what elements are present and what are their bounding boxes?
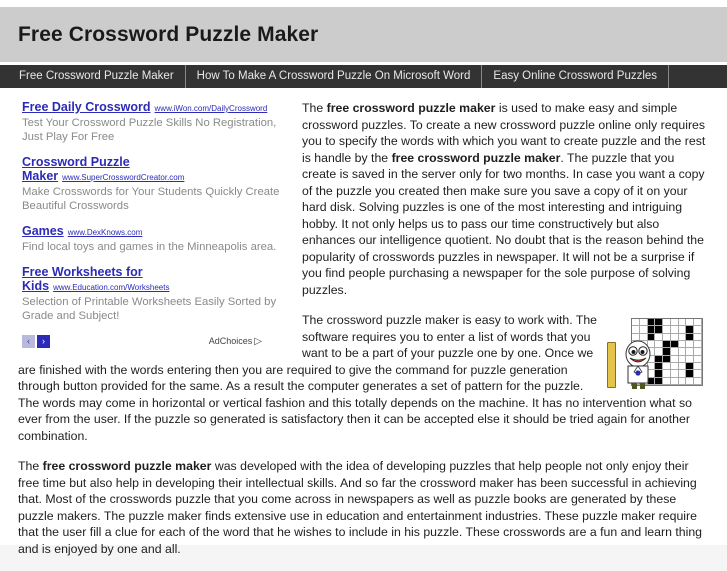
crossword-cell [678, 370, 687, 378]
ad-block: Free Daily Crossword www.iWon.com/DailyCr… [22, 100, 284, 348]
ad-unit: Free Worksheets for Kids www.Education.co… [22, 265, 284, 323]
page-title: Free Crossword Puzzle Maker [18, 22, 319, 46]
crossword-cell [678, 355, 687, 363]
crossword-cell [678, 377, 687, 385]
crossword-cell [647, 319, 656, 327]
p1-prefix: The [302, 101, 327, 115]
chevron-left-icon[interactable]: ‹ [22, 334, 35, 348]
ad-description: Find local toys and games in the Minneap… [22, 241, 277, 253]
ad-title-row: Free Daily Crossword www.iWon.com/DailyCr… [22, 100, 284, 115]
ad-url-link[interactable]: www.DexKnows.com [68, 228, 143, 237]
crossword-cell [686, 326, 695, 334]
nav-item-free-crossword-puzzle-maker[interactable]: Free Crossword Puzzle Maker [8, 65, 186, 88]
crossword-cell [670, 370, 679, 378]
p3-bold: free crossword puzzle maker [42, 459, 212, 473]
p1-suffix: . The puzzle that you create is saved in… [302, 150, 705, 297]
main-content: Free Daily Crossword www.iWon.com/DailyCr… [0, 88, 727, 571]
ad-description: Make Crosswords for Your Students Quickl… [22, 186, 280, 212]
crossword-cell [663, 363, 671, 371]
crossword-cell [639, 319, 648, 327]
p1-bold-2: free crossword puzzle maker [391, 150, 561, 165]
crossword-cell [670, 348, 679, 356]
page-root: Free Crossword Puzzle Maker Free Crosswo… [0, 0, 727, 556]
ad-title-link[interactable]: Free Daily Crossword [22, 100, 151, 114]
crossword-cell [663, 326, 671, 334]
crossword-cell [694, 319, 702, 327]
article-paragraph-3: The free crossword puzzle maker was deve… [18, 458, 709, 557]
crossword-cell [632, 326, 640, 334]
crossword-cell [663, 377, 671, 385]
crossword-cell [686, 355, 695, 363]
crossword-cell [655, 319, 664, 327]
header-wrapper: Free Crossword Puzzle Maker [0, 0, 727, 62]
crossword-cell [686, 333, 695, 341]
crossword-cell [670, 326, 679, 334]
crossword-cell [686, 348, 695, 356]
adchoices-triangle-icon: ▷ [254, 335, 262, 347]
ad-title-row: Free Worksheets for Kids www.Education.co… [22, 265, 284, 294]
chevron-right-icon[interactable]: › [37, 334, 50, 348]
crossword-cell [694, 355, 702, 363]
crossword-cell [678, 348, 687, 356]
crossword-cell [686, 377, 695, 385]
pencil-icon [607, 342, 616, 388]
ad-url-link[interactable]: www.SuperCrosswordCreator.com [62, 173, 184, 182]
ad-title-row: Games www.DexKnows.com [22, 224, 284, 239]
crossword-cell [670, 355, 679, 363]
crossword-cell [686, 341, 695, 349]
crossword-cell [663, 355, 671, 363]
p1-bold-1: free crossword puzzle maker [326, 101, 496, 115]
crossword-cell [663, 370, 671, 378]
crossword-cell [678, 326, 687, 334]
crossword-cell [694, 370, 702, 378]
nav-item-how-to-make-a-crossword-puzzle-on-microsoft-word[interactable]: How To Make A Crossword Puzzle On Micros… [186, 65, 483, 88]
ad-unit: Free Daily Crossword www.iWon.com/DailyCr… [22, 100, 284, 144]
crossword-cell [663, 348, 671, 356]
ad-footer: ‹ › AdChoices ▷ [22, 334, 284, 348]
crossword-cell [632, 319, 640, 327]
crossword-cell [694, 363, 702, 371]
crossword-illustration [607, 318, 703, 390]
crossword-cell [663, 319, 671, 327]
crossword-cell [694, 348, 702, 356]
ad-description: Selection of Printable Worksheets Easily… [22, 296, 277, 322]
crossword-cell [686, 370, 695, 378]
crossword-cell [686, 363, 695, 371]
crossword-cell [670, 341, 679, 349]
main-navigation: Free Crossword Puzzle Maker How To Make … [0, 65, 727, 88]
crossword-cell [670, 319, 679, 327]
adchoices-link[interactable]: AdChoices ▷ [209, 336, 262, 347]
ad-title-row: Crossword Puzzle Maker www.SuperCrossword… [22, 155, 284, 184]
crossword-cell [694, 333, 702, 341]
crossword-cell [694, 341, 702, 349]
crossword-cell [678, 319, 687, 327]
crossword-cell [663, 333, 671, 341]
crossword-cell [663, 341, 671, 349]
site-header: Free Crossword Puzzle Maker [0, 7, 727, 62]
crossword-cell [694, 377, 702, 385]
crossword-cell [670, 333, 679, 341]
ad-pagination: ‹ › [22, 334, 50, 348]
ad-url-link[interactable]: www.Education.com/Worksheets [53, 283, 169, 292]
crossword-cell [686, 319, 695, 327]
ad-description: Test Your Crossword Puzzle Skills No Reg… [22, 117, 277, 143]
crossword-cell [639, 326, 648, 334]
crossword-cell [694, 326, 702, 334]
crossword-cell [655, 326, 664, 334]
crossword-cell [678, 363, 687, 371]
mascot-character-icon [625, 340, 651, 389]
ad-unit: Crossword Puzzle Maker www.SuperCrossword… [22, 155, 284, 213]
p3-suffix: was developed with the idea of developin… [18, 459, 703, 556]
p3-prefix: The [18, 459, 43, 473]
crossword-cell [678, 341, 687, 349]
crossword-cell [647, 326, 656, 334]
ad-url-link[interactable]: www.iWon.com/DailyCrossword [155, 104, 268, 113]
adchoices-label: AdChoices [208, 336, 253, 346]
crossword-cell [670, 363, 679, 371]
crossword-cell [670, 377, 679, 385]
ad-unit: Games www.DexKnows.com Find local toys an… [22, 224, 284, 254]
nav-item-easy-online-crossword-puzzles[interactable]: Easy Online Crossword Puzzles [482, 65, 670, 88]
crossword-cell [678, 333, 687, 341]
ad-title-link[interactable]: Games [22, 224, 64, 238]
